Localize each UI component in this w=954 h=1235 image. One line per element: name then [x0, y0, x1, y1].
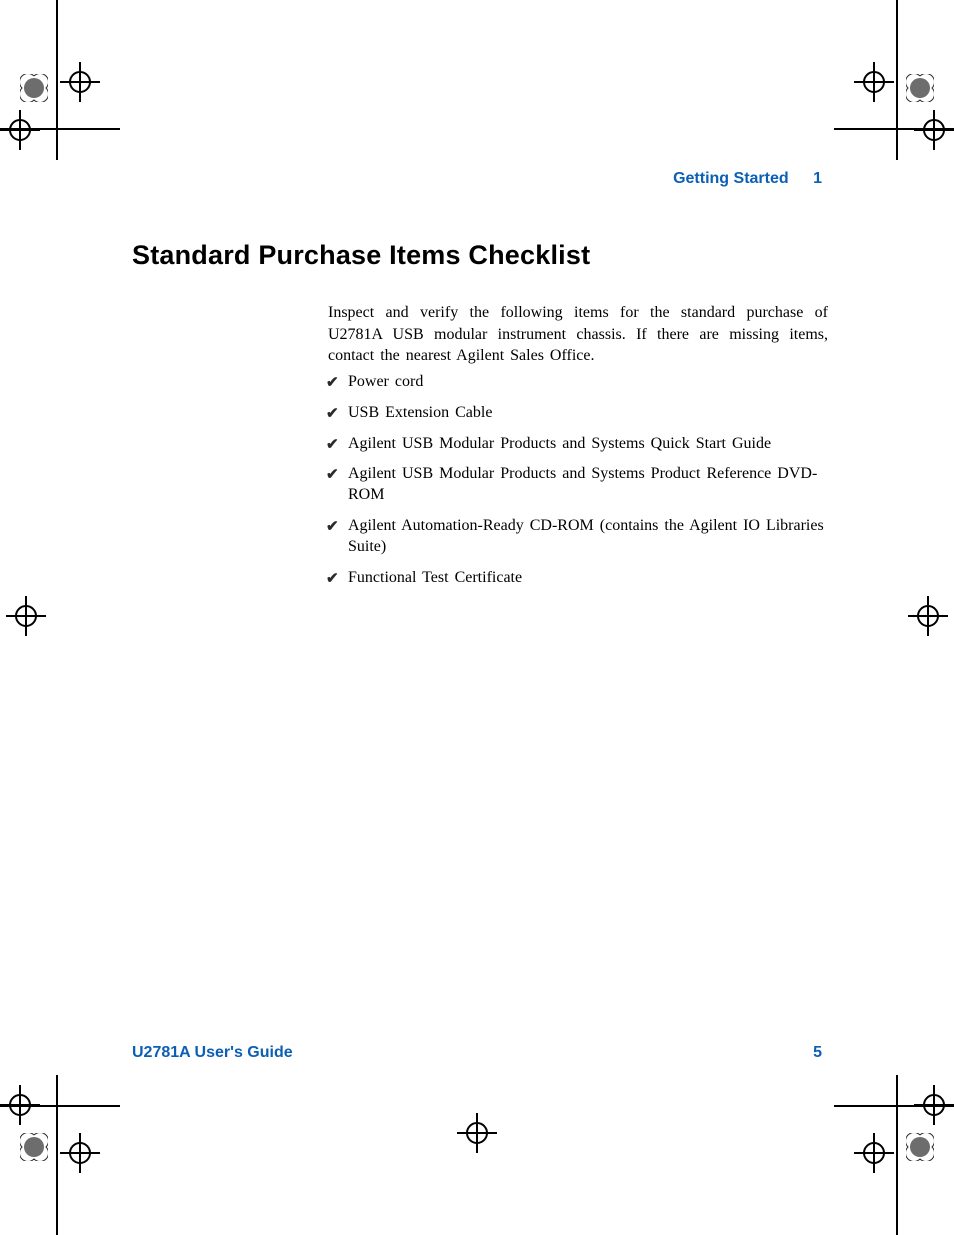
check-icon: ✔	[326, 518, 339, 538]
crop-mark-bottom-right	[834, 1075, 954, 1235]
item-text: Functional Test Certificate	[348, 569, 522, 586]
crop-mark-mid-right	[894, 590, 954, 650]
item-text: Power cord	[348, 373, 423, 390]
crop-mark-bottom-center	[457, 1113, 517, 1173]
list-item: ✔ USB Extension Cable	[328, 403, 828, 424]
doc-title: U2781A User's Guide	[132, 1044, 293, 1061]
check-icon: ✔	[326, 405, 339, 425]
list-item: ✔ Agilent USB Modular Products and System…	[328, 464, 828, 506]
list-item: ✔ Functional Test Certificate	[328, 568, 828, 589]
running-header: Getting Started 1	[673, 170, 822, 188]
list-item: ✔ Agilent Automation-Ready CD-ROM (contai…	[328, 516, 828, 558]
crop-mark-top-left	[0, 0, 120, 160]
check-icon: ✔	[326, 466, 339, 486]
item-text: Agilent Automation-Ready CD-ROM (contain…	[348, 517, 824, 555]
check-icon: ✔	[326, 374, 339, 394]
page-body: Getting Started 1 Standard Purchase Item…	[132, 170, 822, 1070]
crop-mark-mid-left	[0, 590, 60, 650]
crop-mark-bottom-left	[0, 1075, 120, 1235]
page-footer: U2781A User's Guide 5	[132, 1044, 822, 1062]
section-name: Getting Started	[673, 170, 789, 187]
chapter-number: 1	[813, 170, 822, 187]
crop-mark-top-right	[834, 0, 954, 160]
intro-paragraph: Inspect and verify the following items f…	[328, 302, 828, 367]
item-text: Agilent USB Modular Products and Systems…	[348, 435, 771, 452]
item-text: Agilent USB Modular Products and Systems…	[348, 465, 817, 503]
check-icon: ✔	[326, 570, 339, 590]
item-text: USB Extension Cable	[348, 404, 492, 421]
list-item: ✔ Power cord	[328, 372, 828, 393]
page-number: 5	[813, 1044, 822, 1062]
check-icon: ✔	[326, 436, 339, 456]
list-item: ✔ Agilent USB Modular Products and System…	[328, 434, 828, 455]
checklist: ✔ Power cord ✔ USB Extension Cable ✔ Agilen…	[328, 372, 828, 598]
page-title: Standard Purchase Items Checklist	[132, 240, 590, 271]
